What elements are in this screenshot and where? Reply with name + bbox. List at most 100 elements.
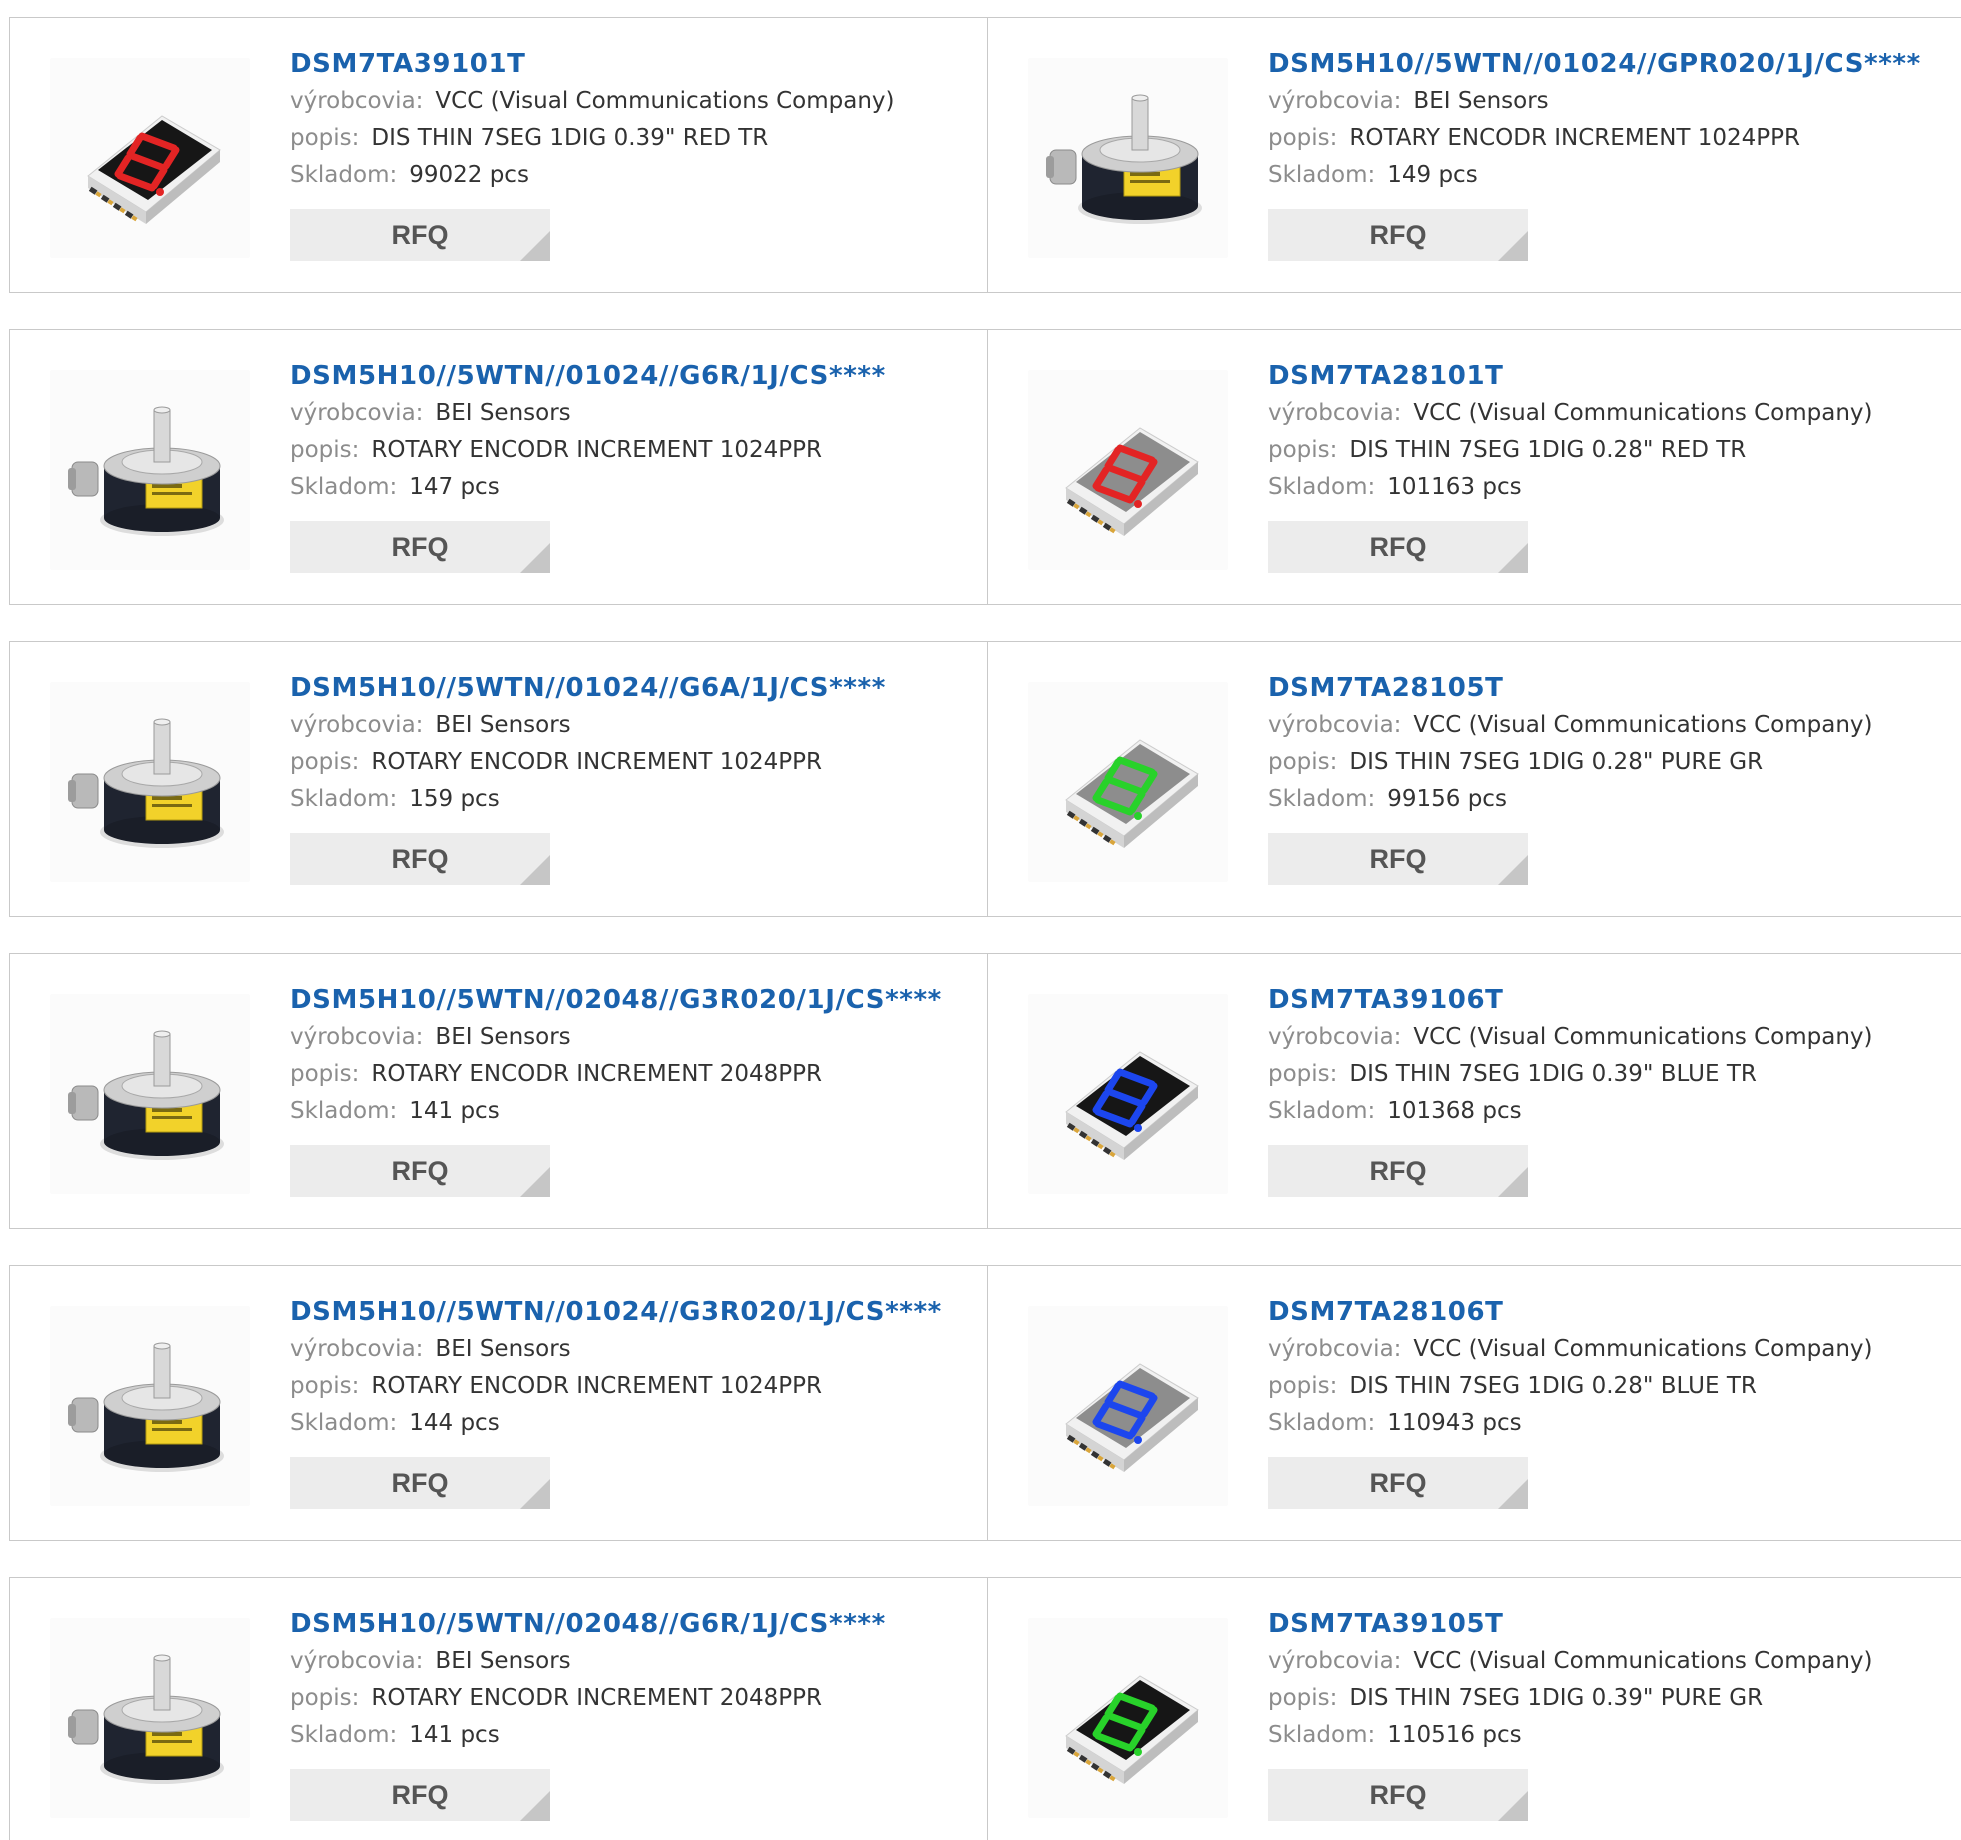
description-line: popis: ROTARY ENCODR INCREMENT 1024PPR [290, 749, 823, 775]
button-corner-decoration [1498, 231, 1528, 261]
stock-value: 101163 pcs [1387, 474, 1522, 500]
rfq-button[interactable]: RFQ [290, 1457, 550, 1509]
manufacturer-line: výrobcovia: BEI Sensors [290, 1024, 571, 1050]
description-value: DIS THIN 7SEG 1DIG 0.39" RED TR [371, 125, 769, 151]
stock-value: 147 pcs [409, 474, 500, 500]
stock-line: Skladom: 99156 pcs [1268, 786, 1507, 812]
button-corner-decoration [1498, 1791, 1528, 1821]
product-part-number-link[interactable]: DSM5H10//5WTN//01024//G3R020/1J/CS**** [290, 1293, 942, 1331]
product-part-number-link[interactable]: DSM5H10//5WTN//01024//GPR020/1J/CS**** [1268, 45, 1921, 83]
manufacturer-value: BEI Sensors [435, 1336, 571, 1362]
description-value: ROTARY ENCODR INCREMENT 2048PPR [371, 1061, 823, 1087]
manufacturer-value: VCC (Visual Communications Company) [1413, 1648, 1873, 1674]
product-image[interactable] [50, 682, 250, 882]
product-part-number-link[interactable]: DSM5H10//5WTN//02048//G6R/1J/CS**** [290, 1605, 886, 1643]
rfq-button[interactable]: RFQ [290, 833, 550, 885]
product-image[interactable] [1028, 58, 1228, 258]
description-line: popis: ROTARY ENCODR INCREMENT 2048PPR [290, 1685, 823, 1711]
product-part-number-link[interactable]: DSM7TA28105T [1268, 669, 1873, 707]
rfq-button[interactable]: RFQ [1268, 1457, 1528, 1509]
product-image[interactable] [50, 1618, 250, 1818]
product-image[interactable] [1028, 1618, 1228, 1818]
stock-line: Skladom: 141 pcs [290, 1098, 500, 1124]
description-line: popis: DIS THIN 7SEG 1DIG 0.28" BLUE TR [1268, 1373, 1757, 1399]
description-value: DIS THIN 7SEG 1DIG 0.39" BLUE TR [1349, 1061, 1757, 1087]
manufacturer-value: VCC (Visual Communications Company) [1413, 400, 1873, 426]
manufacturer-value: VCC (Visual Communications Company) [1413, 1024, 1873, 1050]
product-card: DSM5H10//5WTN//01024//G3R020/1J/CS**** v… [10, 1266, 988, 1540]
button-corner-decoration [1498, 543, 1528, 573]
description-value: ROTARY ENCODR INCREMENT 1024PPR [371, 749, 823, 775]
product-row: DSM5H10//5WTN//01024//G6R/1J/CS**** výro… [9, 329, 1961, 605]
button-corner-decoration [520, 1791, 550, 1821]
product-image[interactable] [1028, 994, 1228, 1194]
manufacturer-value: VCC (Visual Communications Company) [435, 88, 895, 114]
product-part-number-link[interactable]: DSM7TA39101T [290, 45, 895, 83]
product-image[interactable] [50, 994, 250, 1194]
product-part-number-link[interactable]: DSM5H10//5WTN//01024//G6R/1J/CS**** [290, 357, 886, 395]
rfq-button[interactable]: RFQ [1268, 521, 1528, 573]
description-line: popis: DIS THIN 7SEG 1DIG 0.39" PURE GR [1268, 1685, 1764, 1711]
button-corner-decoration [1498, 1167, 1528, 1197]
stock-value: 99156 pcs [1387, 786, 1507, 812]
description-line: popis: DIS THIN 7SEG 1DIG 0.28" PURE GR [1268, 749, 1764, 775]
manufacturer-line: výrobcovia: BEI Sensors [290, 712, 571, 738]
product-image[interactable] [1028, 682, 1228, 882]
rfq-button[interactable]: RFQ [290, 521, 550, 573]
seven-segment-display-icon [1065, 427, 1199, 536]
product-card: DSM7TA28101T výrobcovia: VCC (Visual Comm… [988, 330, 1961, 604]
rfq-button[interactable]: RFQ [1268, 1769, 1528, 1821]
stock-value: 141 pcs [409, 1722, 500, 1748]
product-grid: DSM7TA39101T výrobcovia: VCC (Visual Comm… [0, 0, 1961, 1840]
stock-line: Skladom: 147 pcs [290, 474, 500, 500]
rfq-button[interactable]: RFQ [1268, 209, 1528, 261]
product-row: DSM5H10//5WTN//02048//G6R/1J/CS**** výro… [9, 1577, 1961, 1840]
rotary-encoder-icon [68, 1342, 224, 1472]
product-card: DSM5H10//5WTN//01024//G6R/1J/CS**** výro… [10, 330, 988, 604]
rfq-button[interactable]: RFQ [1268, 833, 1528, 885]
product-part-number-link[interactable]: DSM7TA39105T [1268, 1605, 1873, 1643]
stock-line: Skladom: 110516 pcs [1268, 1722, 1522, 1748]
product-image[interactable] [50, 1306, 250, 1506]
product-card: DSM7TA28106T výrobcovia: VCC (Visual Comm… [988, 1266, 1961, 1540]
button-corner-decoration [1498, 855, 1528, 885]
rfq-button[interactable]: RFQ [290, 1145, 550, 1197]
manufacturer-value: VCC (Visual Communications Company) [1413, 1336, 1873, 1362]
product-part-number-link[interactable]: DSM7TA28106T [1268, 1293, 1873, 1331]
button-corner-decoration [520, 1167, 550, 1197]
description-line: popis: ROTARY ENCODR INCREMENT 1024PPR [290, 437, 823, 463]
manufacturer-line: výrobcovia: BEI Sensors [290, 1648, 571, 1674]
description-value: DIS THIN 7SEG 1DIG 0.28" RED TR [1349, 437, 1747, 463]
product-card: DSM7TA39106T výrobcovia: VCC (Visual Comm… [988, 954, 1961, 1228]
product-part-number-link[interactable]: DSM7TA28101T [1268, 357, 1873, 395]
rfq-button[interactable]: RFQ [290, 1769, 550, 1821]
manufacturer-line: výrobcovia: VCC (Visual Communications Co… [1268, 1024, 1873, 1050]
rotary-encoder-icon [1046, 94, 1202, 224]
product-image[interactable] [50, 370, 250, 570]
product-part-number-link[interactable]: DSM5H10//5WTN//01024//G6A/1J/CS**** [290, 669, 886, 707]
rfq-button[interactable]: RFQ [1268, 1145, 1528, 1197]
stock-line: Skladom: 99022 pcs [290, 162, 529, 188]
seven-segment-display-icon [1065, 1675, 1199, 1784]
button-corner-decoration [520, 1479, 550, 1509]
button-corner-decoration [1498, 1479, 1528, 1509]
product-card: DSM7TA39105T výrobcovia: VCC (Visual Comm… [988, 1578, 1961, 1840]
product-image[interactable] [50, 58, 250, 258]
product-image[interactable] [1028, 1306, 1228, 1506]
description-line: popis: DIS THIN 7SEG 1DIG 0.39" RED TR [290, 125, 769, 151]
product-row: DSM5H10//5WTN//01024//G6A/1J/CS**** výro… [9, 641, 1961, 917]
product-part-number-link[interactable]: DSM7TA39106T [1268, 981, 1873, 1019]
seven-segment-display-icon [1065, 1051, 1199, 1160]
product-image[interactable] [1028, 370, 1228, 570]
product-part-number-link[interactable]: DSM5H10//5WTN//02048//G3R020/1J/CS**** [290, 981, 942, 1019]
stock-line: Skladom: 101163 pcs [1268, 474, 1522, 500]
button-corner-decoration [520, 231, 550, 261]
description-line: popis: ROTARY ENCODR INCREMENT 1024PPR [290, 1373, 823, 1399]
stock-value: 159 pcs [409, 786, 500, 812]
description-value: DIS THIN 7SEG 1DIG 0.39" PURE GR [1349, 1685, 1764, 1711]
rfq-button[interactable]: RFQ [290, 209, 550, 261]
description-line: popis: ROTARY ENCODR INCREMENT 2048PPR [290, 1061, 823, 1087]
manufacturer-line: výrobcovia: VCC (Visual Communications Co… [1268, 400, 1873, 426]
stock-value: 101368 pcs [1387, 1098, 1522, 1124]
manufacturer-line: výrobcovia: BEI Sensors [1268, 88, 1549, 114]
